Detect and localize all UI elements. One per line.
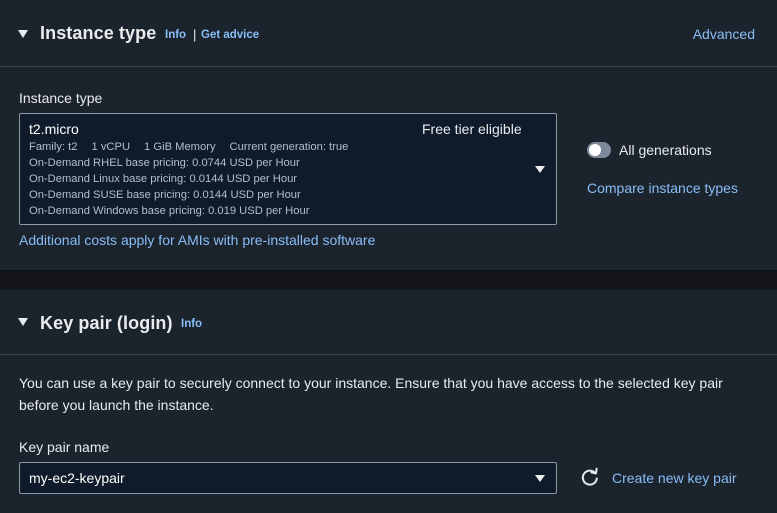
generation-text: Current generation: true [229, 141, 349, 153]
key-pair-select[interactable]: my-ec2-keypair [19, 462, 557, 494]
pricing-windows: On-Demand Windows base pricing: 0.019 US… [29, 205, 310, 217]
compare-instance-types-link[interactable]: Compare instance types [587, 180, 738, 196]
instance-type-panel: Instance type Info | Get advice Advanced… [0, 0, 777, 271]
section-title: Key pair (login) [40, 313, 173, 333]
all-generations-toggle[interactable] [587, 142, 611, 158]
toggle-knob [589, 144, 601, 156]
info-link[interactable]: Info [165, 29, 186, 41]
refresh-icon[interactable] [580, 467, 600, 487]
dropdown-caret-icon[interactable] [535, 475, 545, 482]
vcpu-text: 1 vCPU [91, 141, 131, 153]
memory-text: 1 GiB Memory [144, 141, 216, 153]
caret-down-icon[interactable] [18, 318, 28, 326]
pricing-linux: On-Demand Linux base pricing: 0.0144 USD… [29, 173, 298, 185]
separator: | [193, 27, 197, 42]
free-tier-badge: Free tier eligible [422, 121, 522, 137]
info-link[interactable]: Info [181, 318, 202, 330]
instance-specs: Family: t2 1 vCPU 1 GiB Memory Current gene… [29, 141, 348, 153]
get-advice-link[interactable]: Get advice [201, 29, 259, 41]
instance-type-name: t2.micro [29, 121, 79, 137]
additional-costs-link[interactable]: Additional costs apply for AMIs with pre… [19, 232, 375, 248]
instance-type-field-label: Instance type [19, 90, 103, 106]
advanced-link[interactable]: Advanced [693, 26, 755, 42]
instance-type-select[interactable]: t2.micro Free tier eligible Family: t2 1 … [19, 113, 557, 225]
dropdown-caret-icon[interactable] [535, 166, 545, 173]
key-pair-value: my-ec2-keypair [29, 470, 125, 486]
instance-type-header[interactable]: Instance type Info | Get advice Advanced [0, 0, 777, 67]
caret-down-icon[interactable] [18, 30, 28, 38]
pricing-suse: On-Demand SUSE base pricing: 0.0144 USD … [29, 189, 301, 201]
create-new-key-pair-link[interactable]: Create new key pair [612, 470, 737, 486]
section-title: Instance type [40, 23, 157, 43]
key-pair-description: You can use a key pair to securely conne… [19, 375, 723, 413]
key-pair-header[interactable]: Key pair (login) Info [0, 290, 777, 355]
family-text: Family: t2 [29, 141, 78, 153]
all-generations-label[interactable]: All generations [619, 142, 712, 158]
key-pair-field-label: Key pair name [19, 439, 110, 455]
pricing-rhel: On-Demand RHEL base pricing: 0.0744 USD … [29, 157, 300, 169]
